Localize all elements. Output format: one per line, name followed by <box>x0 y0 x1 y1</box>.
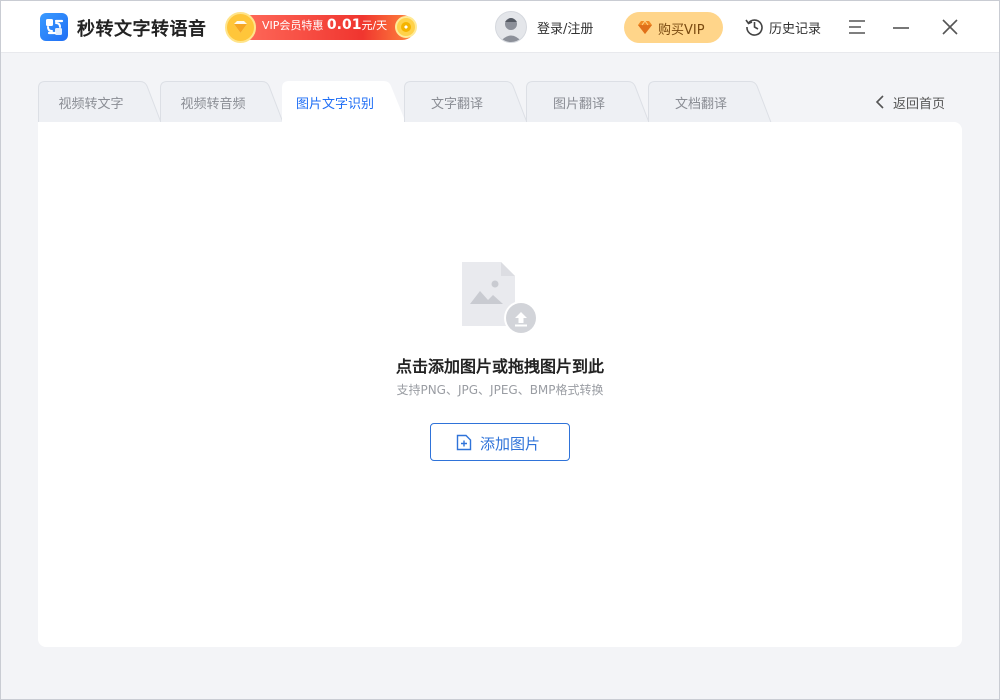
buy-vip-label: 购买VIP <box>658 23 705 38</box>
promo-text: VIP会员特惠 0.01元/天 <box>262 17 387 33</box>
back-home-label: 返回首页 <box>893 97 946 112</box>
history-label: 历史记录 <box>769 22 822 37</box>
add-image-button[interactable]: 添加图片 <box>430 423 570 461</box>
tab-video-to-text[interactable]: 视频转文字 <box>38 81 162 123</box>
add-image-label: 添加图片 <box>480 435 541 453</box>
tab-image-text-recognition[interactable]: 图片文字识别 <box>282 81 406 123</box>
image-drop-zone[interactable]: 点击添加图片或拖拽图片到此 支持PNG、JPG、JPEG、BMP格式转换 添加图… <box>38 122 962 647</box>
title-bar: 秒转文字转语音 VIP会员特惠 0.01元/天 登录/注册 购买VIP 历史记录 <box>1 1 999 53</box>
add-file-icon <box>456 434 472 451</box>
history-clock-icon <box>745 19 763 36</box>
diamond-icon <box>225 12 256 43</box>
promo-suffix: 元/天 <box>361 19 388 32</box>
content-panel: 点击添加图片或拖拽图片到此 支持PNG、JPG、JPEG、BMP格式转换 添加图… <box>38 122 962 647</box>
tab-label: 图片翻译 <box>552 97 605 112</box>
menu-icon[interactable] <box>845 15 869 39</box>
tab-text-translation[interactable]: 文字翻译 <box>404 81 528 123</box>
close-icon[interactable] <box>938 15 962 39</box>
tab-label: 文档翻译 <box>674 97 727 112</box>
vip-diamond-icon <box>638 20 652 34</box>
login-register-link[interactable]: 登录/注册 <box>537 18 593 37</box>
tab-video-to-audio[interactable]: 视频转音频 <box>160 81 284 123</box>
tab-label: 图片文字识别 <box>295 97 374 112</box>
vip-promo-banner[interactable]: VIP会员特惠 0.01元/天 <box>225 12 417 43</box>
promo-prefix: VIP会员特惠 <box>262 19 324 32</box>
upload-headline: 点击添加图片或拖拽图片到此 <box>395 357 604 376</box>
chevron-left-icon <box>875 95 884 109</box>
minimize-icon[interactable] <box>889 15 913 39</box>
tab-label: 视频转音频 <box>180 97 246 112</box>
tab-document-translation[interactable]: 文档翻译 <box>648 81 772 123</box>
tab-label: 文字翻译 <box>430 97 483 112</box>
tab-label: 视频转文字 <box>58 97 124 112</box>
app-window: 秒转文字转语音 VIP会员特惠 0.01元/天 登录/注册 购买VIP 历史记录… <box>0 0 1000 700</box>
supported-formats-text: 支持PNG、JPG、JPEG、BMP格式转换 <box>396 383 604 397</box>
app-title: 秒转文字转语音 <box>77 19 207 40</box>
image-upload-icon <box>460 260 540 336</box>
coin-icon <box>395 16 417 38</box>
buy-vip-button[interactable]: 购买VIP <box>624 12 723 43</box>
promo-price: 0.01 <box>326 17 362 33</box>
avatar[interactable] <box>495 11 527 43</box>
tab-image-translation[interactable]: 图片翻译 <box>526 81 650 123</box>
app-logo-icon <box>40 13 68 41</box>
